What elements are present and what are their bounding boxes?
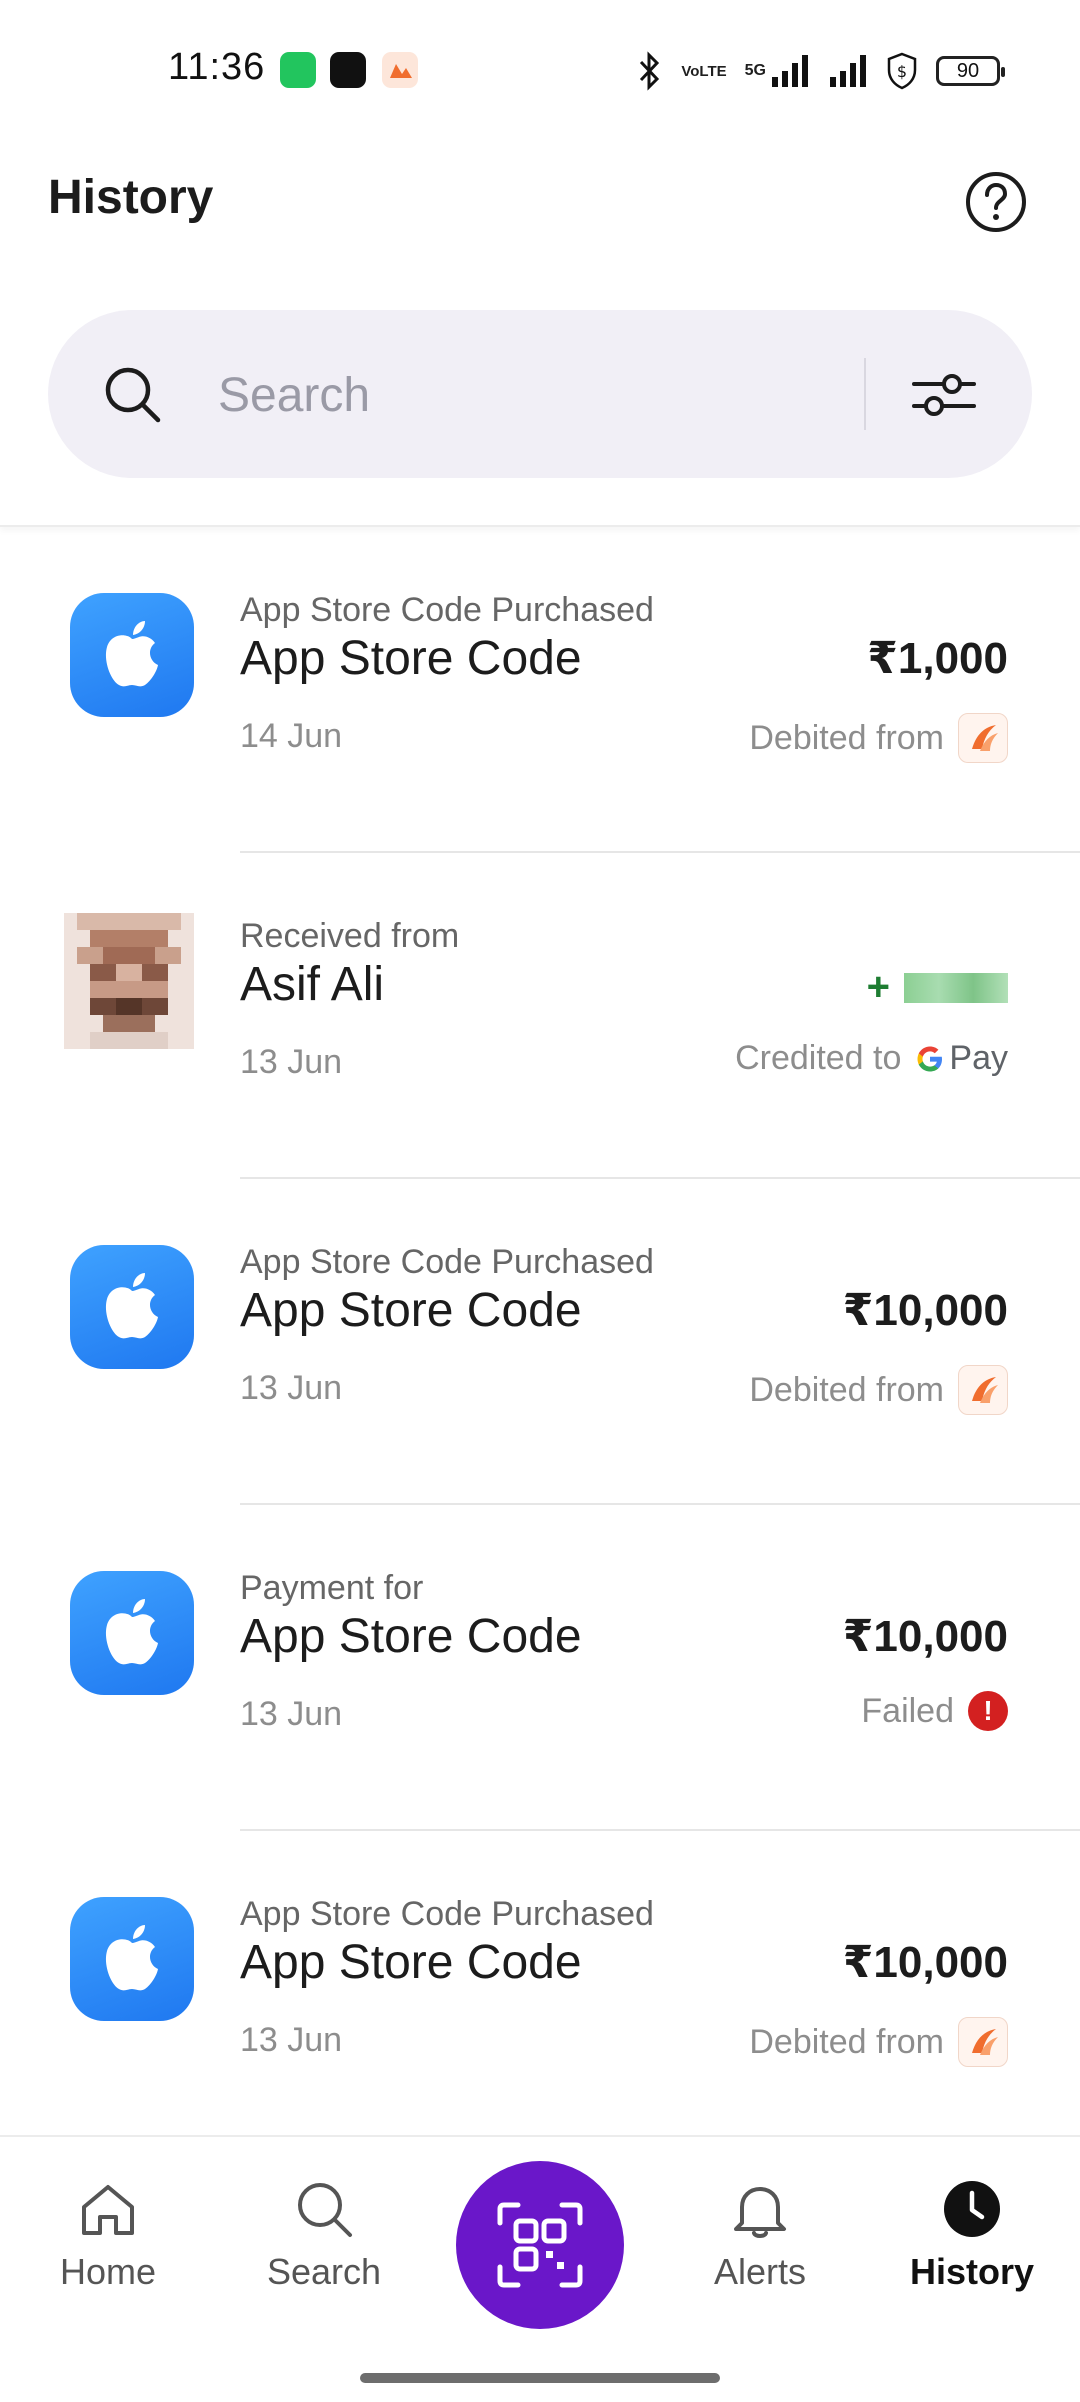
- avatar: [64, 913, 194, 1049]
- status-text: Failed: [861, 1691, 954, 1730]
- transaction-status: Debited from: [749, 713, 1008, 763]
- app-store-icon: [70, 593, 194, 717]
- app-store-icon: [70, 1897, 194, 2021]
- transaction-subtitle: App Store Code Purchased: [240, 1243, 654, 1281]
- transaction-status: Failed !: [861, 1691, 1008, 1731]
- status-bar: 11:36 VoLTE 5G $ 90: [0, 0, 1080, 140]
- app-store-icon: [70, 1571, 194, 1695]
- shield-dollar-icon: $: [886, 52, 918, 90]
- bank-logo-icon: [958, 1365, 1008, 1415]
- network-label: 5G: [744, 62, 766, 79]
- status-time: 11:36: [168, 46, 266, 88]
- search-icon: [105, 367, 161, 423]
- bank-logo-icon: [958, 2017, 1008, 2067]
- nav-label: Alerts: [713, 2251, 807, 2292]
- filter-button[interactable]: [910, 362, 978, 426]
- transaction-name: Asif Ali: [240, 958, 385, 1011]
- nav-home[interactable]: Home: [28, 2177, 188, 2293]
- transaction-subtitle: App Store Code Purchased: [240, 591, 654, 629]
- search-icon: [298, 2183, 352, 2237]
- search-divider: [864, 358, 866, 430]
- scan-qr-button[interactable]: [456, 2161, 624, 2329]
- transaction-amount: ₹1,000: [867, 634, 1008, 683]
- status-text: Debited from: [749, 2022, 944, 2061]
- transaction-status: Debited from: [749, 1365, 1008, 1415]
- battery-icon: 90: [936, 56, 1005, 86]
- gpay-label: Pay: [949, 1039, 1008, 1077]
- status-text: Debited from: [749, 718, 944, 757]
- transaction-amount: +: [867, 965, 1008, 1010]
- home-icon: [82, 2185, 134, 2235]
- bell-icon: [734, 2187, 786, 2238]
- search-bar[interactable]: [48, 310, 1032, 478]
- transaction-status: Debited from: [749, 2017, 1008, 2067]
- nav-search[interactable]: Search: [244, 2177, 404, 2293]
- google-g-icon: [917, 1046, 943, 1071]
- apple-logo-icon: [105, 1599, 158, 1665]
- nav-label: Home: [59, 2251, 157, 2292]
- signal-5g-icon: 5G: [745, 53, 810, 89]
- header: History: [0, 140, 1080, 527]
- bottom-nav: Home Search Alerts History: [0, 2135, 1080, 2402]
- gpay-logo: Pay: [915, 1039, 1008, 1078]
- help-circle-icon: [966, 172, 1026, 232]
- failed-alert-icon: !: [968, 1691, 1008, 1731]
- nav-history[interactable]: History: [892, 2177, 1052, 2293]
- apple-logo-icon: [105, 1273, 158, 1339]
- transaction-subtitle: App Store Code Purchased: [240, 1895, 654, 1933]
- status-icons: VoLTE 5G $ 90: [635, 50, 1005, 92]
- status-text: Debited from: [749, 1370, 944, 1409]
- transaction-name: App Store Code: [240, 1936, 582, 1989]
- transaction-subtitle: Payment for: [240, 1569, 424, 1607]
- transaction-amount: ₹10,000: [842, 1938, 1008, 1987]
- transaction-item[interactable]: App Store Code Purchased App Store Code …: [0, 1831, 1080, 2127]
- nav-label: Search: [266, 2251, 382, 2292]
- transaction-date: 14 Jun: [240, 717, 343, 755]
- app-store-icon: [70, 1245, 194, 1369]
- clock-icon: [944, 2181, 1000, 2237]
- transaction-name: App Store Code: [240, 1610, 582, 1663]
- help-button[interactable]: [964, 170, 1028, 234]
- qr-scan-icon: [497, 2202, 583, 2288]
- transaction-name: App Store Code: [240, 1284, 582, 1337]
- apple-logo-icon: [105, 1925, 158, 1991]
- notification-app-icon: [280, 52, 316, 88]
- status-text: Credited to: [735, 1039, 902, 1077]
- search-input[interactable]: [216, 354, 860, 436]
- transaction-date: 13 Jun: [240, 1043, 343, 1081]
- transaction-item[interactable]: Received from Asif Ali 13 Jun + Credited…: [0, 853, 1080, 1179]
- transaction-item[interactable]: App Store Code Purchased App Store Code …: [0, 1179, 1080, 1505]
- volte-icon: VoLTE: [681, 64, 726, 79]
- transaction-amount: ₹10,000: [842, 1612, 1008, 1661]
- bank-logo-icon: [958, 713, 1008, 763]
- nav-label: History: [909, 2251, 1035, 2292]
- transaction-item[interactable]: App Store Code Purchased App Store Code …: [0, 527, 1080, 853]
- transaction-subtitle: Received from: [240, 917, 460, 955]
- svg-text:$: $: [897, 62, 907, 81]
- nav-alerts[interactable]: Alerts: [680, 2177, 840, 2293]
- page-title: History: [48, 171, 214, 224]
- notification-app-icon: [330, 52, 366, 88]
- home-indicator[interactable]: [360, 2373, 720, 2383]
- redacted-amount: [904, 972, 1008, 1003]
- sliders-icon: [912, 374, 976, 416]
- transaction-item[interactable]: Payment for App Store Code 13 Jun ₹10,00…: [0, 1505, 1080, 1831]
- signal-icon: [828, 53, 868, 89]
- credit-sign: +: [866, 965, 890, 1009]
- transaction-status: Credited to Pay: [735, 1039, 1008, 1078]
- transaction-amount: ₹10,000: [842, 1286, 1008, 1335]
- notification-app-icon: [382, 52, 418, 88]
- transaction-name: App Store Code: [240, 632, 582, 685]
- apple-logo-icon: [105, 621, 158, 687]
- bluetooth-icon: [635, 51, 663, 91]
- volte-label: VoLTE: [681, 62, 727, 80]
- transaction-date: 13 Jun: [240, 1695, 343, 1733]
- transaction-date: 13 Jun: [240, 2021, 343, 2059]
- transaction-list: App Store Code Purchased App Store Code …: [0, 527, 1080, 2127]
- transaction-date: 13 Jun: [240, 1369, 343, 1407]
